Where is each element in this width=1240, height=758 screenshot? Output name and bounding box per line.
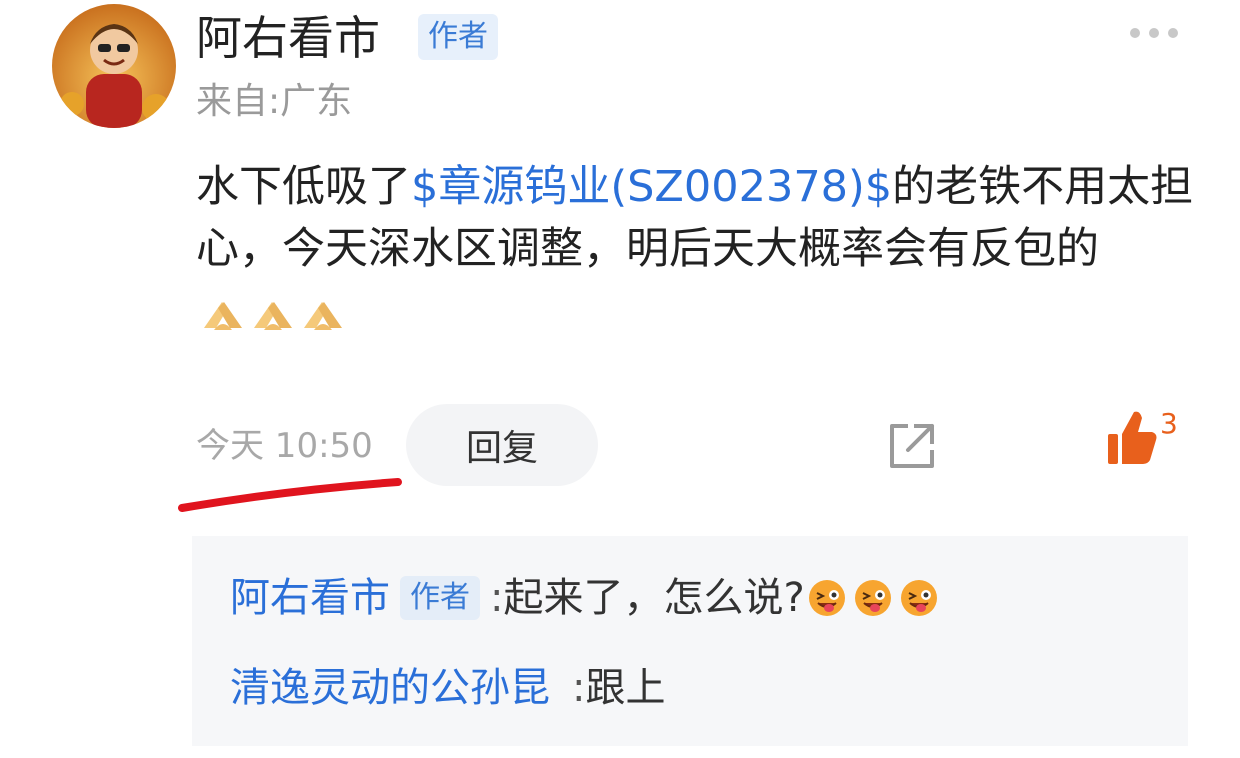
winking-face-with-tongue-icon xyxy=(808,580,845,616)
author-avatar[interactable] xyxy=(52,4,176,128)
reply-text: 跟上 xyxy=(585,665,666,711)
share-icon[interactable] xyxy=(884,420,938,474)
clasped-hands-icon xyxy=(304,301,342,330)
replies-panel: 阿右看市 作者 : 起来了，怎么说? 清逸灵动的公孙昆 : 跟上 xyxy=(192,536,1188,746)
reply-item[interactable]: 阿右看市 作者 : 起来了，怎么说? xyxy=(230,572,939,624)
reply-author-name[interactable]: 清逸灵动的公孙昆 xyxy=(230,662,550,714)
clasped-hands-emoji-group xyxy=(200,296,346,332)
reply-colon: : xyxy=(490,575,504,621)
like-count: 3 xyxy=(1160,407,1178,440)
stock-tag-link[interactable]: $章源钨业(SZ002378)$ xyxy=(411,162,892,212)
thumbs-up-icon[interactable] xyxy=(1104,406,1160,468)
post-content: 水下低吸了$章源钨业(SZ002378)$的老铁不用太担心，今天深水区调整，明后… xyxy=(196,156,1196,342)
clasped-hands-icon xyxy=(254,301,292,330)
winking-face-with-tongue-icon xyxy=(900,580,937,616)
location-label: 来自:广东 xyxy=(196,81,353,122)
winking-face-emoji-group xyxy=(807,578,939,618)
reply-colon: : xyxy=(572,665,586,711)
reply-item[interactable]: 清逸灵动的公孙昆 : 跟上 xyxy=(230,662,665,714)
post-timestamp: 今天 10:50 xyxy=(196,426,373,466)
reply-author-name[interactable]: 阿右看市 xyxy=(230,572,390,624)
author-name[interactable]: 阿右看市 xyxy=(196,10,380,66)
reply-text: 起来了，怎么说? xyxy=(503,575,805,621)
reply-button[interactable]: 回复 xyxy=(406,404,598,486)
winking-face-with-tongue-icon xyxy=(854,580,891,616)
more-options-icon[interactable] xyxy=(1130,28,1178,38)
content-prefix: 水下低吸了 xyxy=(196,162,411,212)
clasped-hands-icon xyxy=(204,301,242,330)
reply-author-badge: 作者 xyxy=(400,576,480,620)
author-badge: 作者 xyxy=(418,14,498,60)
red-underline-annotation xyxy=(178,478,402,512)
